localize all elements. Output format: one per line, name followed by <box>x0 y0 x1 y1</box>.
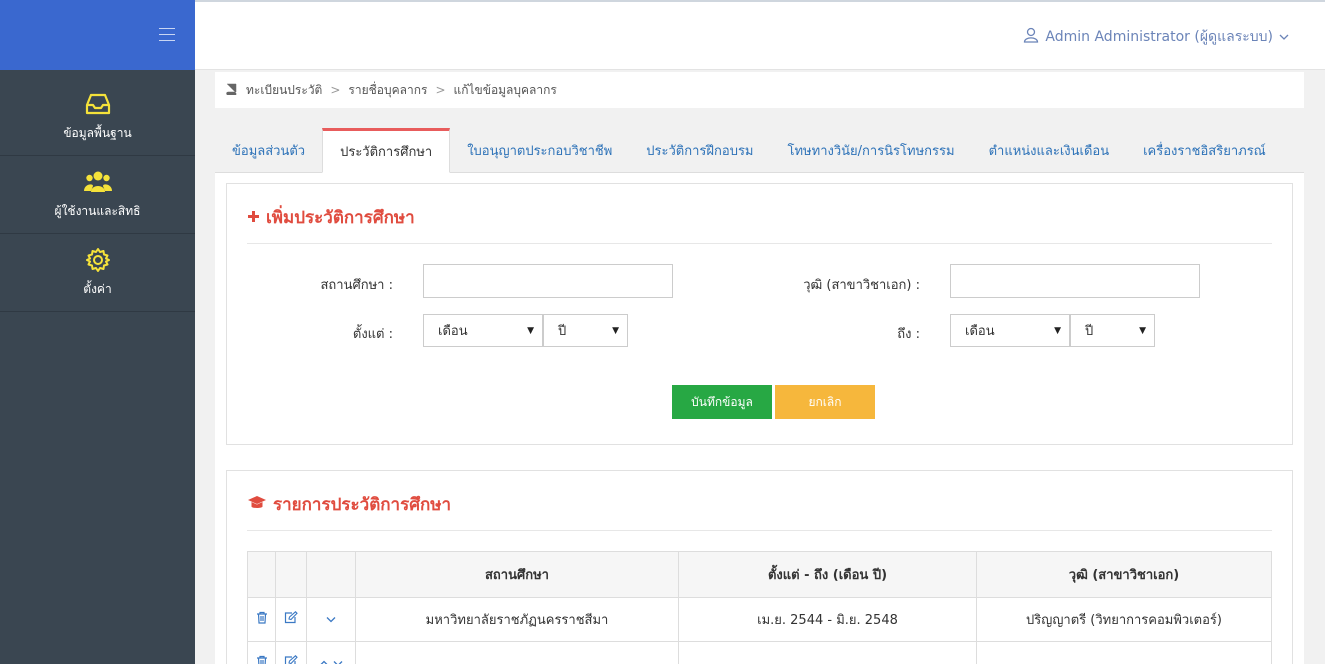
sidebar-item-label: ข้อมูลพื้นฐาน <box>63 126 132 140</box>
table-header-degree: วุฒิ (สาขาวิชาเอก) <box>976 551 1272 598</box>
table-header-period: ตั้งแต่ - ถึง (เดือน ปี) <box>678 551 977 598</box>
to-month-select[interactable]: เดือน ▼ <box>950 314 1070 347</box>
divider <box>247 243 1272 244</box>
period-cell <box>678 641 977 664</box>
degree-label: วุฒิ (สาขาวิชาเอก) : <box>803 278 920 293</box>
chevron-right-icon: > <box>330 83 341 97</box>
table-header-order <box>306 551 356 598</box>
to-year-select[interactable]: ปี ▼ <box>1070 314 1155 347</box>
tab-education-history[interactable]: ประวัติการศึกษา <box>322 128 451 173</box>
breadcrumb-item-current: แก้ไขข้อมูลบุคลากร <box>453 82 557 97</box>
delete-cell <box>247 597 276 642</box>
top-header: Admin Administrator (ผู้ดูแลระบบ) <box>195 0 1325 70</box>
select-value: ปี <box>1085 324 1094 339</box>
book-icon <box>225 83 238 98</box>
institution-cell <box>355 641 679 664</box>
add-panel-title-text: เพิ่มประวัติการศึกษา <box>266 208 415 228</box>
chevron-down-icon[interactable] <box>333 660 343 664</box>
breadcrumb: ทะเบียนประวัติ > รายชื่อบุคลากร > แก้ไขข… <box>215 72 1304 108</box>
chevron-down-icon[interactable] <box>326 616 336 623</box>
delete-cell <box>247 641 276 664</box>
tab-disciplinary[interactable]: โทษทางวินัย/การนิรโทษกรรม <box>771 128 972 173</box>
sidebar-item-label: ตั้งค่า <box>83 282 112 296</box>
plus-icon <box>247 208 260 228</box>
sidebar-item-basic-data[interactable]: ข้อมูลพื้นฐาน <box>0 78 195 156</box>
from-year-select[interactable]: ปี ▼ <box>543 314 628 347</box>
caret-down-icon: ▼ <box>527 325 534 336</box>
edit-icon[interactable] <box>284 655 298 664</box>
chevron-right-icon: > <box>435 83 446 97</box>
trash-icon[interactable] <box>256 655 268 664</box>
institution-input[interactable] <box>423 264 673 298</box>
save-button[interactable]: บันทึกข้อมูล <box>672 385 772 419</box>
select-value: ปี <box>558 324 567 339</box>
sidebar-item-settings[interactable]: ตั้งค่า <box>0 234 195 312</box>
education-list-panel: รายการประวัติการศึกษา สถานศึกษา ตั้งแต่ … <box>226 470 1293 664</box>
tab-personal-info[interactable]: ข้อมูลส่วนตัว <box>215 128 322 173</box>
institution-label: สถานศึกษา : <box>320 278 394 293</box>
breadcrumb-item-personnel-list[interactable]: รายชื่อบุคลากร <box>348 81 427 100</box>
table-header-institution: สถานศึกษา <box>355 551 679 598</box>
sidebar-brand-bar <box>0 0 195 70</box>
table-row <box>247 641 1272 664</box>
caret-down-icon: ▼ <box>1139 325 1146 336</box>
tab-position-salary[interactable]: ตำแหน่งและเงินเดือน <box>972 128 1127 173</box>
tab-content: เพิ่มประวัติการศึกษา สถานศึกษา : วุฒิ (ส… <box>215 173 1304 664</box>
institution-cell: มหาวิทยาลัยราชภัฏนครราชสีมา <box>355 597 679 642</box>
edit-cell <box>275 597 307 642</box>
select-value: เดือน <box>965 324 995 339</box>
trash-icon[interactable] <box>256 611 268 624</box>
degree-cell: ปริญญาตรี (วิทยาการคอมพิวเตอร์) <box>976 597 1272 642</box>
graduation-cap-icon <box>247 495 267 515</box>
tab-professional-license[interactable]: ใบอนุญาตประกอบวิชาชีพ <box>450 128 629 173</box>
from-month-select[interactable]: เดือน ▼ <box>423 314 543 347</box>
sidebar-item-label: ผู้ใช้งานและสิทธิ <box>54 204 141 218</box>
user-menu[interactable]: Admin Administrator (ผู้ดูแลระบบ) <box>1023 26 1289 48</box>
users-icon <box>83 168 112 196</box>
tab-training-history[interactable]: ประวัติการฝึกอบรม <box>629 128 770 173</box>
sidebar-item-users-permissions[interactable]: ผู้ใช้งานและสิทธิ <box>0 156 195 234</box>
order-cell <box>306 641 356 664</box>
sidebar: ข้อมูลพื้นฐาน ผู้ใช้งานและสิทธิ ตั้งค่า <box>0 0 195 664</box>
to-label: ถึง : <box>897 327 920 342</box>
tab-royal-decorations[interactable]: เครื่องราชอิสริยาภรณ์ <box>1126 128 1283 173</box>
period-cell: เม.ย. 2544 - มิ.ย. 2548 <box>678 597 977 642</box>
add-panel-title: เพิ่มประวัติการศึกษา <box>247 204 415 231</box>
caret-down-icon: ▼ <box>612 325 619 336</box>
from-label: ตั้งแต่ : <box>352 327 393 342</box>
user-name: Admin Administrator (ผู้ดูแลระบบ) <box>1045 29 1273 45</box>
chevron-up-icon[interactable] <box>319 660 329 664</box>
menu-toggle-icon[interactable] <box>159 28 175 41</box>
order-cell <box>306 597 356 642</box>
add-education-panel: เพิ่มประวัติการศึกษา สถานศึกษา : วุฒิ (ส… <box>226 183 1293 445</box>
breadcrumb-item-registry[interactable]: ทะเบียนประวัติ <box>246 81 322 100</box>
chevron-down-icon <box>1279 29 1289 45</box>
edit-cell <box>275 641 307 664</box>
degree-input[interactable] <box>950 264 1200 298</box>
cancel-button[interactable]: ยกเลิก <box>775 385 875 419</box>
gear-icon <box>84 246 112 274</box>
caret-down-icon: ▼ <box>1054 325 1061 336</box>
select-value: เดือน <box>438 324 468 339</box>
user-icon <box>1023 27 1039 47</box>
divider <box>247 530 1272 531</box>
education-table: สถานศึกษา ตั้งแต่ - ถึง (เดือน ปี) วุฒิ … <box>247 551 1272 664</box>
list-panel-title-text: รายการประวัติการศึกษา <box>273 495 452 515</box>
edit-icon[interactable] <box>284 611 298 624</box>
profile-tabs: ข้อมูลส่วนตัว ประวัติการศึกษา ใบอนุญาตปร… <box>215 128 1304 173</box>
table-row: มหาวิทยาลัยราชภัฏนครราชสีมา เม.ย. 2544 -… <box>247 597 1272 642</box>
table-header-delete <box>247 551 276 598</box>
table-header-edit <box>275 551 307 598</box>
inbox-icon <box>84 90 112 118</box>
list-panel-title: รายการประวัติการศึกษา <box>247 491 451 518</box>
degree-cell <box>976 641 1272 664</box>
